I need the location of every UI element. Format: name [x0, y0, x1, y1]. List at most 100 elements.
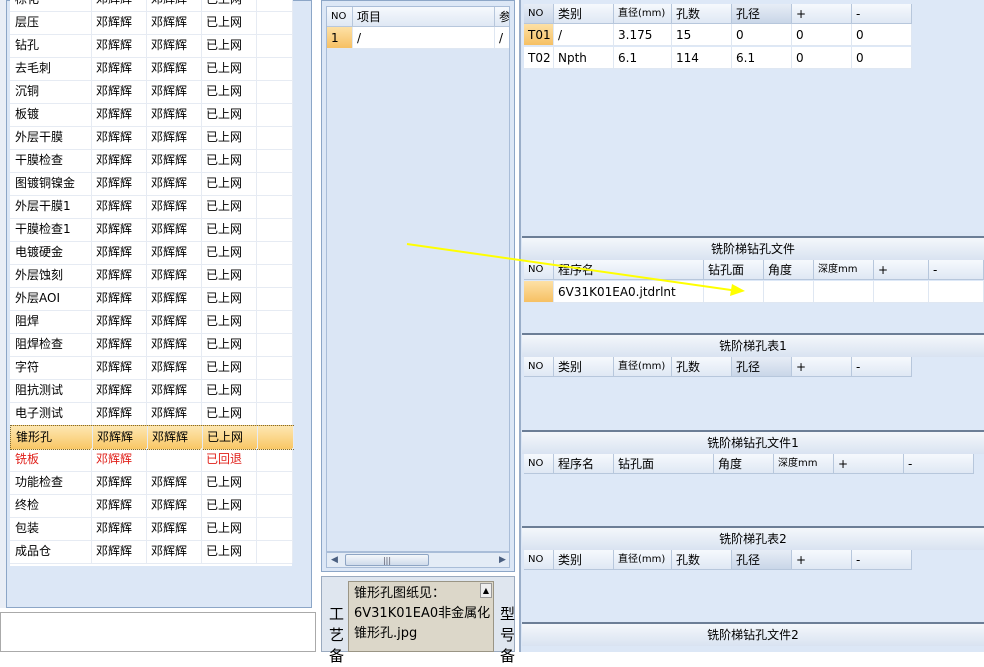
step-name[interactable]: 字符: [10, 356, 92, 379]
empty-cell[interactable]: [704, 281, 764, 303]
section-header[interactable]: 角度: [764, 260, 814, 280]
status-cell[interactable]: 已上网: [202, 0, 257, 11]
section-header[interactable]: +: [874, 260, 929, 280]
process-step-row[interactable]: 板镀 邓辉辉 邓辉辉 已上网: [10, 103, 293, 127]
step-name[interactable]: 包装: [10, 517, 92, 540]
operator-cell[interactable]: 邓辉辉: [92, 310, 147, 333]
reviewer-cell[interactable]: 邓辉辉: [147, 241, 202, 264]
section-header[interactable]: 类别: [554, 357, 614, 377]
status-cell[interactable]: 已上网: [202, 287, 257, 310]
program-name-cell[interactable]: 6V31K01EA0.jtdrlnt: [554, 281, 704, 303]
scroll-right-arrow-icon[interactable]: ▶: [499, 555, 506, 565]
drill-header-minus[interactable]: -: [852, 4, 912, 24]
reviewer-cell[interactable]: 邓辉辉: [147, 80, 202, 103]
process-step-row[interactable]: 功能检查 邓辉辉 邓辉辉 已上网: [10, 471, 293, 495]
section-header[interactable]: NO: [524, 357, 554, 377]
drill-header-count[interactable]: 孔数: [672, 4, 732, 24]
operator-cell[interactable]: 邓辉辉: [92, 494, 147, 517]
reviewer-cell[interactable]: 邓辉辉: [147, 264, 202, 287]
drill-header-type[interactable]: 类别: [554, 4, 614, 24]
status-cell[interactable]: 已回退: [202, 448, 257, 471]
item-cell[interactable]: /: [353, 27, 495, 49]
section-header[interactable]: 角度: [714, 454, 774, 474]
step-name[interactable]: 终检: [10, 494, 92, 517]
section-header[interactable]: -: [929, 260, 984, 280]
section-header[interactable]: +: [792, 550, 852, 570]
step-name[interactable]: 阻焊检查: [10, 333, 92, 356]
section-header[interactable]: NO: [524, 550, 554, 570]
operator-cell[interactable]: 邓辉辉: [92, 195, 147, 218]
step-name[interactable]: 干膜检查: [10, 149, 92, 172]
status-cell[interactable]: 已上网: [202, 172, 257, 195]
step-name[interactable]: 功能检查: [10, 471, 92, 494]
section-header[interactable]: 类别: [554, 550, 614, 570]
operator-cell[interactable]: 邓辉辉: [92, 379, 147, 402]
operator-cell[interactable]: 邓辉辉: [92, 218, 147, 241]
reviewer-cell[interactable]: 邓辉辉: [147, 540, 202, 563]
reviewer-cell[interactable]: 邓辉辉: [147, 471, 202, 494]
scroll-up-icon[interactable]: ▲: [480, 583, 492, 598]
status-cell[interactable]: 已上网: [202, 80, 257, 103]
operator-cell[interactable]: 邓辉辉: [92, 402, 147, 425]
operator-cell[interactable]: 邓辉辉: [92, 471, 147, 494]
operator-cell[interactable]: 邓辉辉: [92, 287, 147, 310]
section-header[interactable]: 直径(mm): [614, 550, 672, 570]
process-step-row[interactable]: 层压 邓辉辉 邓辉辉 已上网: [10, 11, 293, 35]
process-step-row[interactable]: 图镀铜镍金 邓辉辉 邓辉辉 已上网: [10, 172, 293, 196]
step-name[interactable]: 外层AOI: [10, 287, 92, 310]
tool-id-cell[interactable]: T02: [524, 47, 554, 69]
process-step-row[interactable]: 铣板 邓辉辉 已回退: [10, 448, 293, 472]
status-cell[interactable]: 已上网: [202, 241, 257, 264]
reviewer-cell[interactable]: 邓辉辉: [147, 195, 202, 218]
process-step-row[interactable]: 电镀硬金 邓辉辉 邓辉辉 已上网: [10, 241, 293, 265]
status-cell[interactable]: 已上网: [202, 126, 257, 149]
reviewer-cell[interactable]: 邓辉辉: [147, 402, 202, 425]
operator-cell[interactable]: 邓辉辉: [92, 172, 147, 195]
scrollbar-thumb[interactable]: |||: [345, 554, 429, 566]
step-name[interactable]: 去毛刺: [10, 57, 92, 80]
empty-cell[interactable]: [874, 281, 929, 303]
section-header[interactable]: -: [852, 357, 912, 377]
type-cell[interactable]: Npth: [554, 47, 614, 69]
step-name[interactable]: 电子测试: [10, 402, 92, 425]
header-item[interactable]: 项目: [353, 7, 495, 27]
reviewer-cell[interactable]: 邓辉辉: [147, 172, 202, 195]
step-name[interactable]: 外层干膜1: [10, 195, 92, 218]
step-name[interactable]: 外层干膜: [10, 126, 92, 149]
reviewer-cell[interactable]: [147, 448, 202, 471]
status-cell[interactable]: 已上网: [202, 471, 257, 494]
type-cell[interactable]: /: [554, 24, 614, 46]
step-name[interactable]: 外层蚀刻: [10, 264, 92, 287]
section-header[interactable]: 孔数: [672, 550, 732, 570]
step-name[interactable]: 沉铜: [10, 80, 92, 103]
empty-cell[interactable]: [814, 281, 874, 303]
status-cell[interactable]: 已上网: [202, 333, 257, 356]
diameter-cell[interactable]: 3.175: [614, 24, 672, 46]
process-step-row[interactable]: 终检 邓辉辉 邓辉辉 已上网: [10, 494, 293, 518]
reviewer-cell[interactable]: 邓辉辉: [147, 103, 202, 126]
step-name[interactable]: 棕化: [10, 0, 92, 11]
process-step-row[interactable]: 钻孔 邓辉辉 邓辉辉 已上网: [10, 34, 293, 58]
operator-cell[interactable]: 邓辉辉: [92, 126, 147, 149]
reviewer-cell[interactable]: 邓辉辉: [147, 11, 202, 34]
section-header[interactable]: NO: [524, 260, 554, 280]
reviewer-cell[interactable]: 邓辉辉: [147, 218, 202, 241]
status-cell[interactable]: 已上网: [202, 356, 257, 379]
operator-cell[interactable]: 邓辉辉: [92, 57, 147, 80]
row-number[interactable]: [524, 281, 554, 303]
step-name[interactable]: 铣板: [10, 448, 92, 471]
empty-cell[interactable]: [764, 281, 814, 303]
section-header[interactable]: -: [904, 454, 974, 474]
status-cell[interactable]: 已上网: [202, 310, 257, 333]
section-header[interactable]: +: [834, 454, 904, 474]
status-cell[interactable]: 已上网: [202, 402, 257, 425]
step-name[interactable]: 阻焊: [10, 310, 92, 333]
reviewer-cell[interactable]: 邓辉辉: [147, 57, 202, 80]
step-name[interactable]: 图镀铜镍金: [10, 172, 92, 195]
section-header[interactable]: 钻孔面: [614, 454, 714, 474]
tool-id-cell[interactable]: T01: [524, 24, 554, 46]
reviewer-cell[interactable]: 邓辉辉: [147, 494, 202, 517]
plus-cell[interactable]: 0: [792, 24, 852, 46]
status-cell[interactable]: 已上网: [202, 103, 257, 126]
step-name[interactable]: 锥形孔: [11, 426, 93, 449]
